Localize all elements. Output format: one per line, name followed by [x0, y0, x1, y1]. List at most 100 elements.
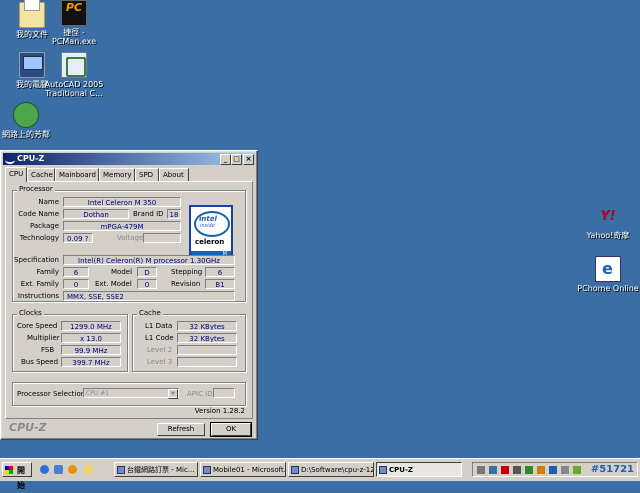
- desktop-icon-pcman[interactable]: PC 捷徑 - PCMan.exe: [42, 0, 106, 46]
- desktop-icon-label: PChome Online: [577, 284, 639, 293]
- desktop-icon-label-2: PCMan.exe: [51, 37, 97, 46]
- task-button-explorer[interactable]: D:\Software\cpu-z-128: [288, 462, 374, 477]
- level3-value: [177, 357, 237, 367]
- tray-network-icon[interactable]: [489, 466, 497, 474]
- voltage-value: [143, 233, 181, 243]
- close-button[interactable]: ×: [243, 154, 254, 165]
- cache-group: Cache L1 Data 32 KBytes L1 Code 32 KByte…: [132, 309, 246, 372]
- name-label: Name: [38, 198, 59, 206]
- start-button[interactable]: 開始: [2, 462, 32, 490]
- code-name-label: Code Name: [18, 210, 59, 218]
- tab-cache[interactable]: Cache: [27, 168, 55, 181]
- core-speed-value: 1299.0 MHz: [61, 321, 121, 331]
- yahoo-icon: Y!: [600, 209, 616, 224]
- version-text: Version 1.28.2: [194, 407, 245, 415]
- revision-label: Revision: [171, 280, 201, 288]
- network-icon: [13, 102, 39, 128]
- processor-group: Processor Name Intel Celeron M 350 Code …: [12, 185, 246, 302]
- tray-display-icon[interactable]: [513, 466, 521, 474]
- level2-label: Level 2: [147, 346, 173, 354]
- cache-group-title: Cache: [137, 309, 163, 317]
- desktop-icon-autocad[interactable]: AutoCAD 2005 Traditional C...: [42, 52, 106, 98]
- specification-label: Specification: [14, 256, 59, 264]
- tab-mainboard[interactable]: Mainboard: [55, 168, 99, 181]
- fsb-label: FSB: [41, 346, 55, 354]
- fsb-value: 99.9 MHz: [61, 345, 121, 355]
- clocks-group: Clocks Core Speed 1299.0 MHz Multiplier …: [12, 309, 128, 372]
- bus-speed-label: Bus Speed: [21, 358, 59, 366]
- ie-icon[interactable]: [40, 465, 49, 474]
- logo-text-celeron: celeron: [195, 238, 225, 246]
- cpuz-app-icon: [5, 156, 15, 164]
- ext-family-value: 0: [63, 279, 89, 289]
- desktop-icon-label: Yahoo!奇摩: [586, 231, 630, 240]
- brand-id-label: Brand ID: [133, 210, 164, 218]
- bus-speed-value: 399.7 MHz: [61, 357, 121, 367]
- name-value: Intel Celeron M 350: [63, 197, 181, 207]
- processor-group-title: Processor: [17, 185, 55, 193]
- l1-data-label: L1 Data: [145, 322, 173, 330]
- desktop-show-icon[interactable]: [54, 465, 63, 474]
- desktop-icon-pchome[interactable]: PChome Online: [576, 256, 640, 293]
- l1-code-label: L1 Code: [145, 334, 174, 342]
- refresh-button[interactable]: Refresh: [157, 423, 205, 436]
- folder-icon[interactable]: [84, 465, 93, 474]
- tray-antivirus-icon[interactable]: [501, 466, 509, 474]
- window-title: CPU-Z: [17, 154, 45, 163]
- task-button-mobile01[interactable]: Mobile01 - Microsoft...: [200, 462, 286, 477]
- ok-button[interactable]: OK: [210, 422, 252, 437]
- level2-value: [177, 345, 237, 355]
- tray-update-icon[interactable]: [573, 466, 581, 474]
- tray-battery-icon[interactable]: [525, 466, 533, 474]
- pchome-icon: [595, 256, 621, 282]
- maximize-button[interactable]: □: [231, 154, 242, 165]
- chevron-down-icon: ▼: [168, 389, 178, 399]
- task-button-railway[interactable]: 台鐵網路訂票 - Mic...: [114, 462, 198, 477]
- tray-usb-icon[interactable]: [561, 466, 569, 474]
- media-icon[interactable]: [68, 465, 77, 474]
- tab-spd[interactable]: SPD: [135, 168, 159, 181]
- instructions-value: MMX, SSE, SSE2: [63, 291, 235, 301]
- tray-volume-icon[interactable]: [537, 466, 545, 474]
- multiplier-value: x 13.0: [61, 333, 121, 343]
- multiplier-label: Multiplier: [27, 334, 60, 342]
- minimize-button[interactable]: _: [220, 154, 231, 165]
- ext-family-label: Ext. Family: [20, 280, 59, 288]
- family-value: 6: [63, 267, 89, 277]
- window-titlebar[interactable]: CPU-Z _ □ ×: [3, 153, 255, 165]
- stepping-label: Stepping: [171, 268, 203, 276]
- tab-cpu[interactable]: CPU: [5, 167, 27, 182]
- specification-value: Intel(R) Celeron(R) M processor 1.30GHz: [63, 255, 235, 265]
- pcman-icon: PC: [61, 0, 87, 26]
- processor-selection-value: CPU #1: [86, 390, 109, 397]
- desktop-icon-label-2: Traditional C...: [45, 89, 103, 98]
- stepping-value: 6: [205, 267, 235, 277]
- desktop-icon-label: AutoCAD 2005: [44, 80, 104, 89]
- desktop-icon-label: 網路上的芳鄰: [2, 130, 50, 139]
- taskbar: 開始 台鐵網路訂票 - Mic... Mobile01 - Microsoft.…: [0, 458, 640, 490]
- ext-model-value: 0: [137, 279, 157, 289]
- apic-id-label: APIC ID: [187, 390, 213, 398]
- ext-model-label: Ext. Model: [95, 280, 132, 288]
- logo-text-inside: inside: [200, 223, 215, 229]
- autocad-icon: [61, 52, 87, 78]
- l1-data-value: 32 KBytes: [177, 321, 237, 331]
- processor-selection-label: Processor Selection: [17, 390, 86, 398]
- tray-clock[interactable]: #51721: [591, 464, 634, 475]
- technology-value: 0.09 ?: [63, 233, 93, 243]
- code-name-value: Dothan: [63, 209, 129, 219]
- model-label: Model: [111, 268, 133, 276]
- selection-group: Processor Selection CPU #1 ▼ APIC ID: [12, 382, 246, 406]
- desktop-icon-network[interactable]: 網路上的芳鄰: [0, 102, 58, 139]
- processor-selection-dropdown[interactable]: CPU #1 ▼: [83, 388, 179, 399]
- cpuz-window: CPU-Z _ □ × CPU Cache Mainboard Memory S…: [0, 150, 258, 440]
- voltage-label: Voltage: [117, 234, 144, 242]
- tray-keyboard-icon[interactable]: [477, 466, 485, 474]
- tray-app-icon[interactable]: [549, 466, 557, 474]
- tab-about[interactable]: About: [159, 168, 189, 181]
- desktop-icon-yahoo[interactable]: Y! Yahoo!奇摩: [576, 205, 640, 240]
- tab-memory[interactable]: Memory: [99, 168, 135, 181]
- task-button-cpuz[interactable]: CPU-Z: [376, 462, 462, 477]
- desktop-icon-label: 捷徑 -: [63, 28, 85, 37]
- apic-id-value: [213, 388, 235, 398]
